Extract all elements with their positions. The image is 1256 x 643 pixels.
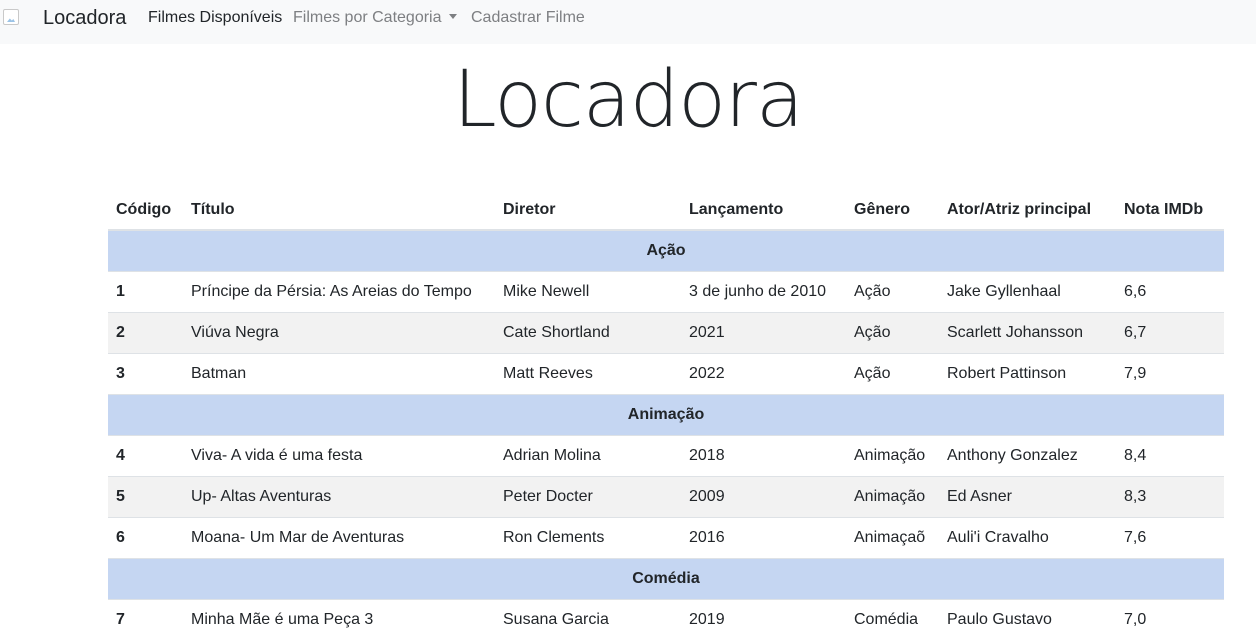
cell-nota: 7,6 — [1116, 517, 1224, 559]
cell-genero: Ação — [846, 312, 939, 354]
cell-diretor: Cate Shortland — [495, 312, 681, 354]
cell-titulo: Viva- A vida é uma festa — [183, 435, 495, 477]
table-row: 2 Viúva Negra Cate Shortland 2021 Ação S… — [108, 312, 1224, 354]
cell-lancamento: 2018 — [681, 435, 846, 477]
cell-codigo: 4 — [108, 435, 183, 477]
navbar: Locadora Filmes Disponíveis Filmes por C… — [0, 0, 1256, 44]
table-row: 4 Viva- A vida é uma festa Adrian Molina… — [108, 435, 1224, 477]
cell-codigo: 2 — [108, 312, 183, 354]
cell-lancamento: 2021 — [681, 312, 846, 354]
cell-nota: 6,7 — [1116, 312, 1224, 354]
header-codigo: Código — [108, 190, 183, 231]
cell-lancamento: 2022 — [681, 353, 846, 395]
cell-titulo: Up- Altas Aventuras — [183, 476, 495, 518]
cell-titulo: Moana- Um Mar de Aventuras — [183, 517, 495, 559]
movies-table: Código Título Diretor Lançamento Gênero … — [108, 190, 1224, 640]
nav-link-cadastrar-filme[interactable]: Cadastrar Filme — [471, 9, 585, 27]
cell-genero: Animação — [846, 435, 939, 477]
group-row-comedia: Comédia — [108, 558, 1224, 600]
nav-dropdown-filmes-por-categoria[interactable]: Filmes por Categoria — [293, 9, 457, 27]
cell-nota: 8,3 — [1116, 476, 1224, 518]
cell-nota: 7,9 — [1116, 353, 1224, 395]
cell-ator: Auli'i Cravalho — [939, 517, 1116, 559]
cell-nota: 8,4 — [1116, 435, 1224, 477]
table-row: 3 Batman Matt Reeves 2022 Ação Robert Pa… — [108, 353, 1224, 395]
table-row: 5 Up- Altas Aventuras Peter Docter 2009 … — [108, 476, 1224, 518]
cell-lancamento: 3 de junho de 2010 — [681, 271, 846, 313]
cell-diretor: Peter Docter — [495, 476, 681, 518]
page-title: Locadora — [453, 55, 804, 145]
cell-ator: Robert Pattinson — [939, 353, 1116, 395]
cell-codigo: 6 — [108, 517, 183, 559]
group-label: Comédia — [108, 558, 1224, 600]
navbar-brand[interactable]: Locadora — [43, 6, 126, 30]
cell-codigo: 3 — [108, 353, 183, 395]
cell-ator: Anthony Gonzalez — [939, 435, 1116, 477]
header-diretor: Diretor — [495, 190, 681, 231]
cell-ator: Ed Asner — [939, 476, 1116, 518]
header-genero: Gênero — [846, 190, 939, 231]
group-row-acao: Ação — [108, 229, 1224, 272]
cell-genero: Animação — [846, 476, 939, 518]
cell-lancamento: 2019 — [681, 599, 846, 640]
broken-image-icon[interactable] — [3, 9, 19, 25]
cell-nota: 7,0 — [1116, 599, 1224, 640]
header-nota-imdb: Nota IMDb — [1116, 190, 1224, 231]
table-row: 1 Príncipe da Pérsia: As Areias do Tempo… — [108, 271, 1224, 313]
cell-nota: 6,6 — [1116, 271, 1224, 313]
table-header-row: Código Título Diretor Lançamento Gênero … — [108, 190, 1224, 231]
cell-titulo: Viúva Negra — [183, 312, 495, 354]
cell-genero: Ação — [846, 353, 939, 395]
cell-diretor: Mike Newell — [495, 271, 681, 313]
header-titulo: Título — [183, 190, 495, 231]
nav-dropdown-label: Filmes por Categoria — [293, 9, 442, 26]
cell-genero: Animaçaõ — [846, 517, 939, 559]
header-ator-principal: Ator/Atriz principal — [939, 190, 1116, 231]
cell-ator: Jake Gyllenhaal — [939, 271, 1116, 313]
cell-genero: Ação — [846, 271, 939, 313]
cell-diretor: Adrian Molina — [495, 435, 681, 477]
cell-codigo: 1 — [108, 271, 183, 313]
cell-codigo: 7 — [108, 599, 183, 640]
cell-titulo: Batman — [183, 353, 495, 395]
cell-ator: Scarlett Johansson — [939, 312, 1116, 354]
cell-lancamento: 2016 — [681, 517, 846, 559]
table-row: 6 Moana- Um Mar de Aventuras Ron Clement… — [108, 517, 1224, 559]
cell-genero: Comédia — [846, 599, 939, 640]
cell-ator: Paulo Gustavo — [939, 599, 1116, 640]
header-lancamento: Lançamento — [681, 190, 846, 231]
table-row: 7 Minha Mãe é uma Peça 3 Susana Garcia 2… — [108, 599, 1224, 640]
group-label: Ação — [108, 229, 1224, 272]
group-row-animacao: Animação — [108, 394, 1224, 436]
cell-titulo: Minha Mãe é uma Peça 3 — [183, 599, 495, 640]
caret-down-icon — [448, 14, 457, 19]
cell-lancamento: 2009 — [681, 476, 846, 518]
cell-diretor: Matt Reeves — [495, 353, 681, 395]
group-label: Animação — [108, 394, 1224, 436]
nav-link-filmes-disponiveis[interactable]: Filmes Disponíveis — [148, 9, 282, 27]
cell-diretor: Ron Clements — [495, 517, 681, 559]
cell-diretor: Susana Garcia — [495, 599, 681, 640]
cell-codigo: 5 — [108, 476, 183, 518]
cell-titulo: Príncipe da Pérsia: As Areias do Tempo — [183, 271, 495, 313]
